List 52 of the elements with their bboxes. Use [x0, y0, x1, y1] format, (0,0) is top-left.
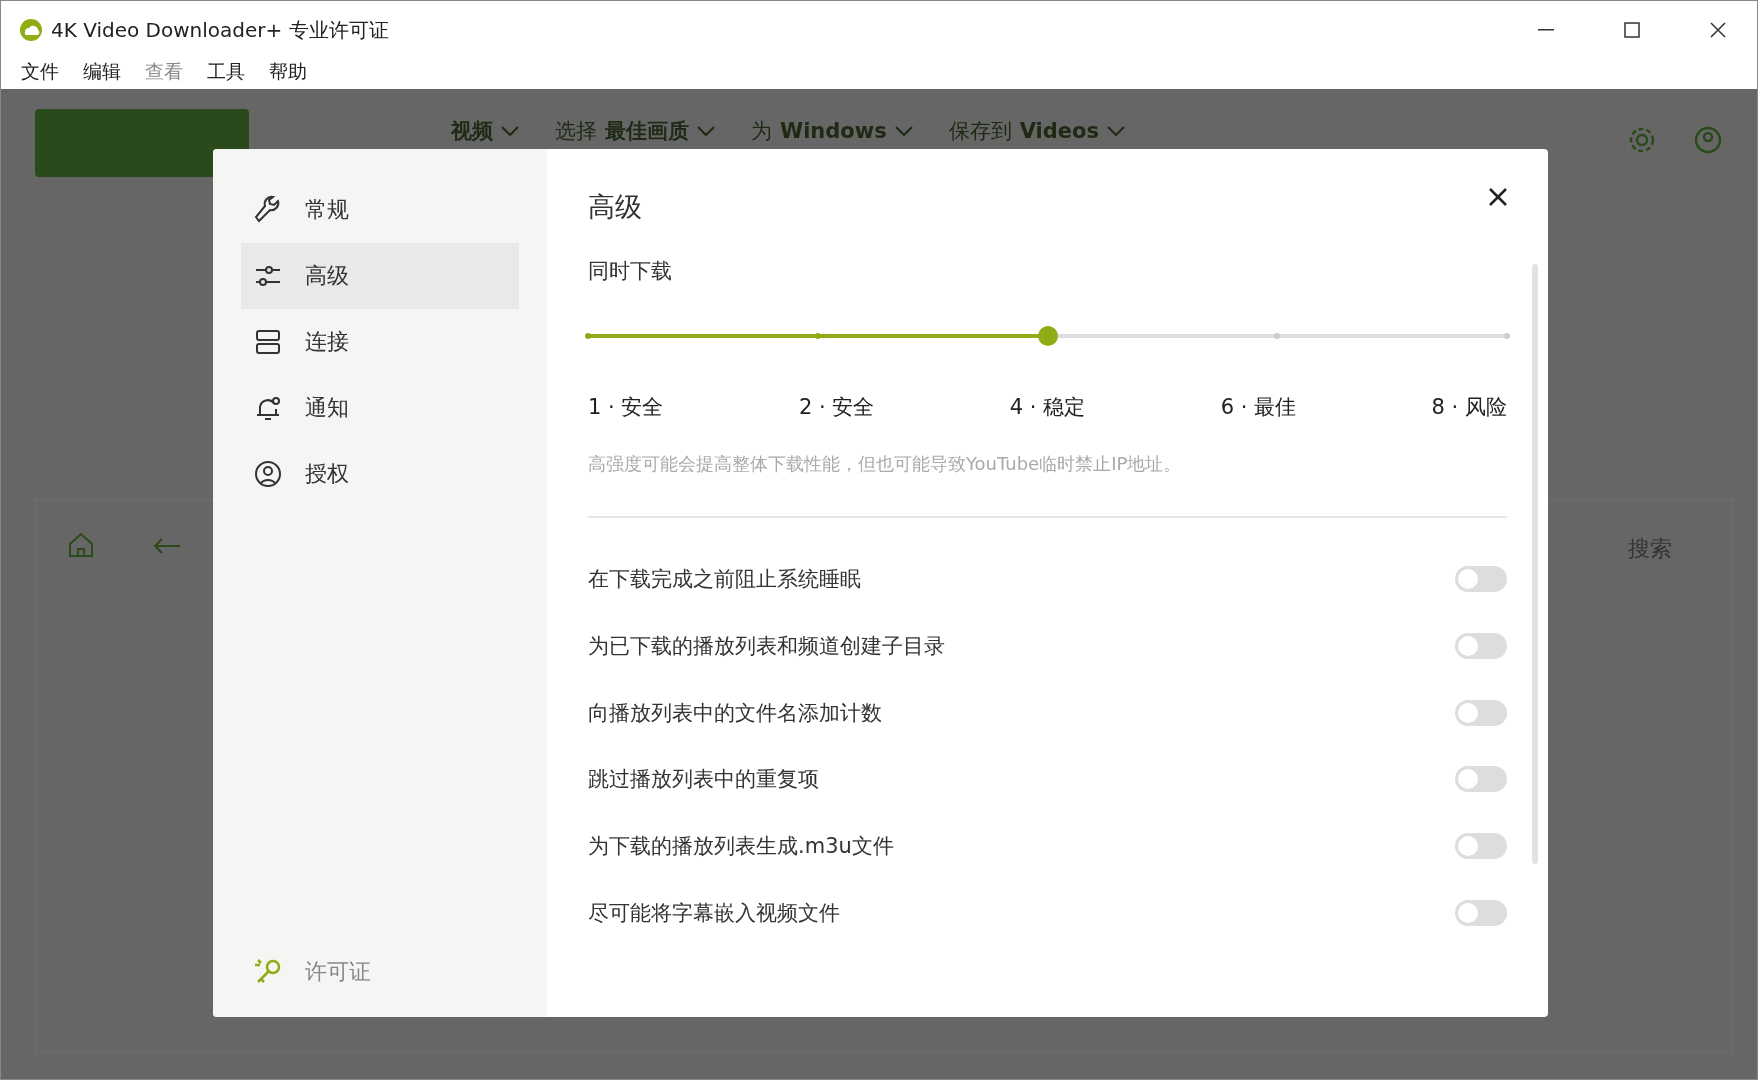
- slider-tick-label: 6 · 最佳: [1220, 394, 1297, 421]
- slider-tick-label: 8 · 风险: [1431, 394, 1507, 421]
- menu-item[interactable]: 编辑: [83, 59, 121, 85]
- menu-item[interactable]: 查看: [145, 59, 183, 85]
- user-icon: [253, 459, 283, 489]
- caret-icon[interactable]: [501, 126, 519, 136]
- option-label: 为下载的播放列表生成.m3u文件: [588, 833, 894, 861]
- sidebar-item[interactable]: 授权: [241, 441, 519, 507]
- option-label: 向播放列表中的文件名添加计数: [588, 699, 882, 727]
- toggle-switch[interactable]: [1455, 833, 1507, 860]
- account-icon[interactable]: [1693, 125, 1723, 155]
- toggle-switch[interactable]: [1455, 633, 1507, 660]
- slider-thumb[interactable]: [1037, 326, 1058, 346]
- toggle-switch[interactable]: [1455, 766, 1507, 793]
- option-label: 跳过播放列表中的重复项: [588, 766, 819, 794]
- server-icon: [253, 327, 283, 357]
- maximize-icon[interactable]: [1624, 22, 1640, 38]
- settings-icon[interactable]: [1627, 125, 1657, 155]
- dropdown-label: 选择: [555, 118, 597, 145]
- download-button[interactable]: [35, 109, 249, 177]
- caret-icon[interactable]: [894, 126, 913, 136]
- dropdown-label: 保存到: [948, 118, 1012, 145]
- caret-icon[interactable]: [697, 126, 715, 136]
- toggle-switch[interactable]: [1455, 699, 1507, 726]
- slider-tick-label: 1 · 安全: [588, 394, 664, 421]
- hint-text: 高强度可能会提高整体下载性能，但也可能导致YouTube临时禁止IP地址。: [588, 452, 1183, 476]
- sidebar-item[interactable]: 高级: [241, 243, 519, 309]
- menu-item[interactable]: 帮助: [269, 59, 307, 85]
- caret-icon[interactable]: [1106, 126, 1125, 136]
- window-title: 4K Video Downloader+ 专业许可证: [51, 16, 390, 44]
- option-label: 为已下载的播放列表和频道创建子目录: [588, 633, 945, 661]
- option-label: 在下载完成之前阻止系统睡眠: [588, 566, 861, 594]
- option-label: 尽可能将字幕嵌入视频文件: [588, 899, 840, 927]
- slider-tick-label: 2 · 安全: [798, 394, 875, 421]
- home-icon[interactable]: [66, 530, 96, 560]
- concurrency-slider[interactable]: [588, 325, 1507, 347]
- minimize-icon[interactable]: [1538, 29, 1554, 31]
- close-icon[interactable]: [1710, 22, 1726, 38]
- dropdown-label: 为: [751, 118, 772, 145]
- toggle-switch[interactable]: [1455, 566, 1507, 593]
- back-arrow-icon[interactable]: [152, 536, 182, 556]
- menu-item[interactable]: 文件: [21, 59, 59, 85]
- sidebar-item[interactable]: 连接: [241, 309, 519, 375]
- scrollbar[interactable]: [1532, 264, 1538, 864]
- sidebar-item[interactable]: 通知: [241, 375, 519, 441]
- menu-item[interactable]: 工具: [207, 59, 245, 85]
- setting-label: 同时下载: [588, 258, 672, 285]
- app-logo-icon: [19, 18, 43, 42]
- section-title: 高级: [588, 190, 642, 224]
- slider-tick-label: 4 · 稳定: [1009, 394, 1086, 421]
- toggle-switch[interactable]: [1455, 899, 1507, 926]
- sidebar-item[interactable]: 常规: [241, 177, 519, 243]
